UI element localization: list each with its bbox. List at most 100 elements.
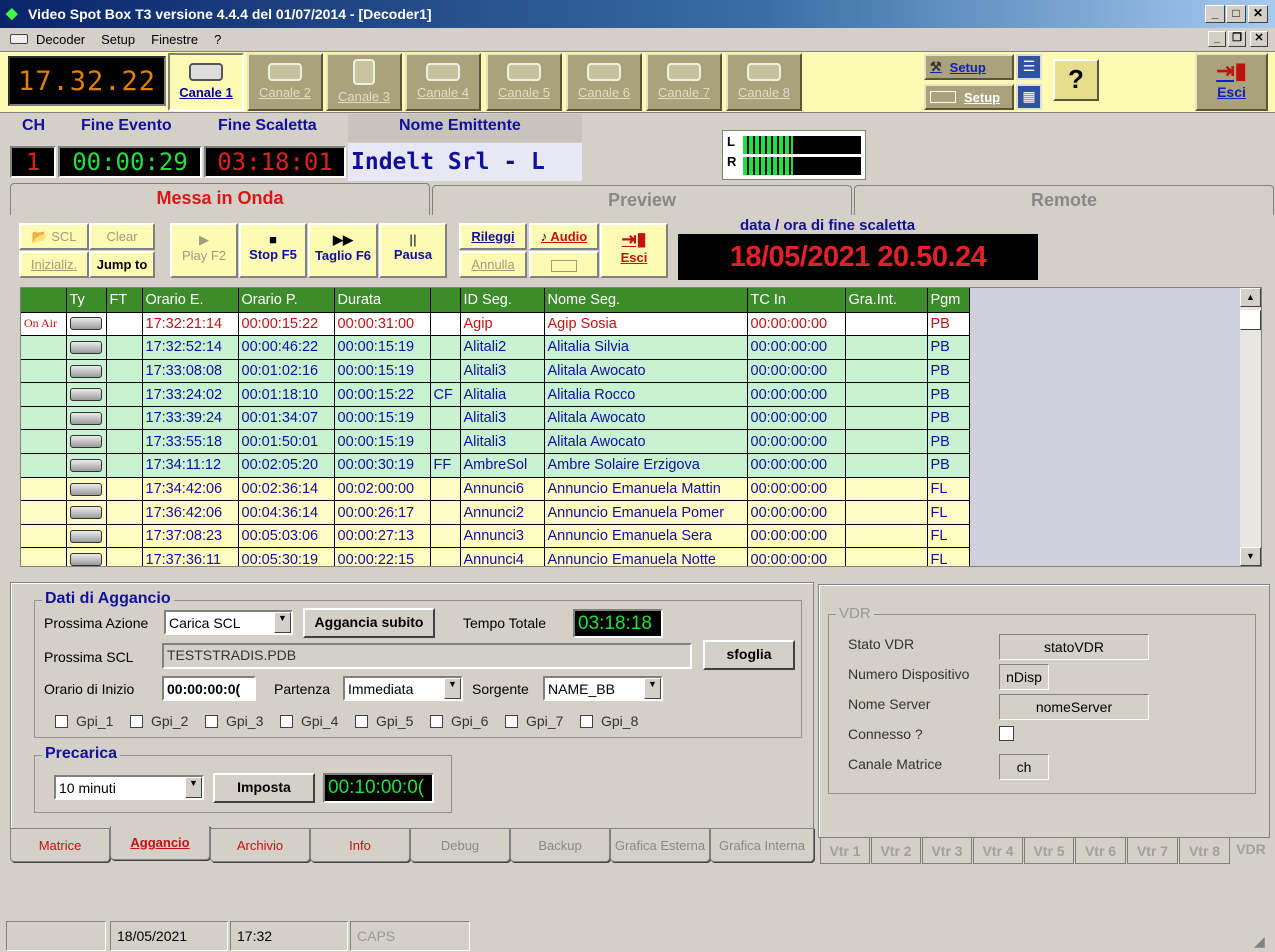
column-header[interactable]: Nome Seg. [544,288,748,313]
menu-decoder[interactable]: Decoder [32,32,89,47]
menu-setup[interactable]: Setup [97,32,139,47]
prossima-azione-select[interactable]: Carica SCL ▼ [164,610,293,635]
channel-2-button[interactable]: Canale 2 [247,53,323,111]
tab-vtr-1[interactable]: Vtr 1 [820,838,870,864]
audio-button[interactable]: ♪ Audio [529,223,599,250]
scl-button[interactable]: 📂 SCL [19,223,89,250]
aggancia-subito-button[interactable]: Aggancia subito [303,608,435,638]
table-row[interactable]: 17:33:24:02 00:01:18:10 00:00:15:22 CF Alita… [21,382,970,407]
stop-button[interactable]: ■ Stop F5 [239,223,307,278]
channel-5-button[interactable]: Canale 5 [486,53,562,111]
column-header[interactable] [21,288,67,313]
setup-vcr-button[interactable]: Setup [924,84,1014,110]
gpi-8-checkbox[interactable]: Gpi_8 [580,713,638,729]
tab-preview[interactable]: Preview [432,185,852,215]
vcr-button[interactable] [529,251,599,278]
tab-debug[interactable]: Debug [410,828,510,862]
column-header[interactable]: ID Seg. [460,288,545,313]
rileggi-button[interactable]: Rileggi [459,223,527,250]
menu-finestre[interactable]: Finestre [147,32,202,47]
tab-aggancio[interactable]: Aggancio [110,826,210,860]
tab-remote[interactable]: Remote [854,185,1274,215]
tab-matrice[interactable]: Matrice [10,828,110,862]
setup-tools-button[interactable]: ⚒ Setup [924,54,1014,80]
table-row[interactable]: 17:37:36:11 00:05:30:19 00:00:22:15 Annunci… [21,547,970,566]
play-button[interactable]: ▶ Play F2 [170,223,238,278]
mdi-close-button[interactable]: ✕ [1250,31,1268,47]
tab-backup[interactable]: Backup [510,828,610,862]
table-row[interactable]: 17:32:52:14 00:00:46:22 00:00:15:19 Alitali… [21,335,970,360]
esci-button[interactable]: ⇥▮ Esci [600,223,668,278]
annulla-button[interactable]: Annulla [459,251,527,278]
pausa-button[interactable]: || Pausa [379,223,447,278]
prossima-scl-field[interactable]: TESTSTRADIS.PDB [162,643,692,669]
column-header[interactable]: TC In [747,288,846,313]
channel-8-button[interactable]: Canale 8 [726,53,802,111]
table-row[interactable]: 17:33:55:18 00:01:50:01 00:00:15:19 Alitali… [21,429,970,455]
column-header[interactable]: Pgm [927,288,970,313]
gpi-6-checkbox[interactable]: Gpi_6 [430,713,488,729]
precarica-select[interactable]: 10 minuti ▼ [54,775,204,800]
column-header[interactable]: Orario E. [142,288,239,313]
tab-archivio[interactable]: Archivio [210,828,310,862]
grid-view-icon[interactable]: ▦ [1016,84,1042,110]
grid-scrollbar[interactable]: ▲ ▼ [1240,288,1261,566]
channel-4-button[interactable]: Canale 4 [405,53,481,111]
sfoglia-button[interactable]: sfoglia [703,640,795,670]
tab-vtr-6[interactable]: Vtr 6 [1075,838,1126,864]
tab-vtr-5[interactable]: Vtr 5 [1024,838,1074,864]
column-header[interactable]: Orario P. [238,288,335,313]
table-row[interactable]: 17:33:39:24 00:01:34:07 00:00:15:19 Alitali… [21,406,970,431]
column-header[interactable] [430,288,461,313]
channel-3-button[interactable]: Canale 3 [326,53,402,111]
table-row[interactable]: 17:33:08:08 00:01:02:16 00:00:15:19 Alitali… [21,359,970,384]
orario-inizio-field[interactable]: 00:00:00:0( [162,676,256,701]
partenza-select[interactable]: Immediata ▼ [343,676,463,701]
table-row[interactable]: 17:37:08:23 00:05:03:06 00:00:27:13 Annunci… [21,524,970,549]
imposta-button[interactable]: Imposta [213,773,315,803]
tab-vtr-7[interactable]: Vtr 7 [1127,838,1178,864]
channel-1-button[interactable]: Canale 1 [168,53,244,111]
taglio-button[interactable]: ▶▶ Taglio F6 [308,223,378,278]
channel-6-button[interactable]: Canale 6 [566,53,642,111]
tab-vtr-8[interactable]: Vtr 8 [1179,838,1230,864]
tab-vtr-2[interactable]: Vtr 2 [871,838,921,864]
tab-vtr-3[interactable]: Vtr 3 [922,838,972,864]
gpi-4-checkbox[interactable]: Gpi_4 [280,713,338,729]
channel-7-button[interactable]: Canale 7 [646,53,722,111]
gpi-3-checkbox[interactable]: Gpi_3 [205,713,263,729]
tab-grafica-esterna[interactable]: Grafica Esterna [610,828,710,862]
table-row[interactable]: 17:34:11:12 00:02:05:20 00:00:30:19 FF Ambre… [21,453,970,478]
clear-button[interactable]: Clear [89,223,155,250]
inizializ-button[interactable]: Inizializ. [19,251,89,278]
maximize-button[interactable]: □ [1226,5,1246,23]
table-row[interactable]: 17:34:42:06 00:02:36:14 00:02:00:00 Annunci… [21,477,970,502]
column-header[interactable]: Ty [66,288,107,313]
help-button[interactable]: ? [1053,59,1099,101]
tab-vtr-4[interactable]: Vtr 4 [973,838,1023,864]
list-view-icon[interactable]: ☰ [1016,54,1042,80]
sorgente-select[interactable]: NAME_BB ▼ [543,676,663,701]
mdi-minimize-button[interactable]: _ [1208,31,1226,47]
jump-to-button[interactable]: Jump to [89,251,155,278]
table-row[interactable]: 17:36:42:06 00:04:36:14 00:00:26:17 Annunci… [21,500,970,525]
exit-button[interactable]: ⇥▮ Esci [1195,53,1268,111]
column-header[interactable]: FT [106,288,143,313]
table-row[interactable]: On Air 17:32:21:14 00:00:15:22 00:00:31:00 A… [21,312,970,337]
scroll-thumb[interactable] [1240,310,1261,330]
tab-grafica-interna[interactable]: Grafica Interna [710,828,814,862]
mdi-restore-button[interactable]: ❐ [1228,31,1246,47]
gpi-7-checkbox[interactable]: Gpi_7 [505,713,563,729]
column-header[interactable]: Durata [334,288,431,313]
menu-help[interactable]: ? [210,32,225,47]
tab-info[interactable]: Info [310,828,410,862]
gpi-2-checkbox[interactable]: Gpi_2 [130,713,188,729]
scroll-down-icon[interactable]: ▼ [1240,547,1261,566]
column-header[interactable]: Gra.Int. [845,288,928,313]
gpi-1-checkbox[interactable]: Gpi_1 [55,713,113,729]
connesso-checkbox[interactable] [999,726,1014,741]
resize-grip-icon[interactable]: ◢ [1254,932,1272,950]
minimize-button[interactable]: _ [1205,5,1225,23]
scroll-up-icon[interactable]: ▲ [1240,288,1261,307]
close-button[interactable]: ✕ [1248,5,1268,23]
